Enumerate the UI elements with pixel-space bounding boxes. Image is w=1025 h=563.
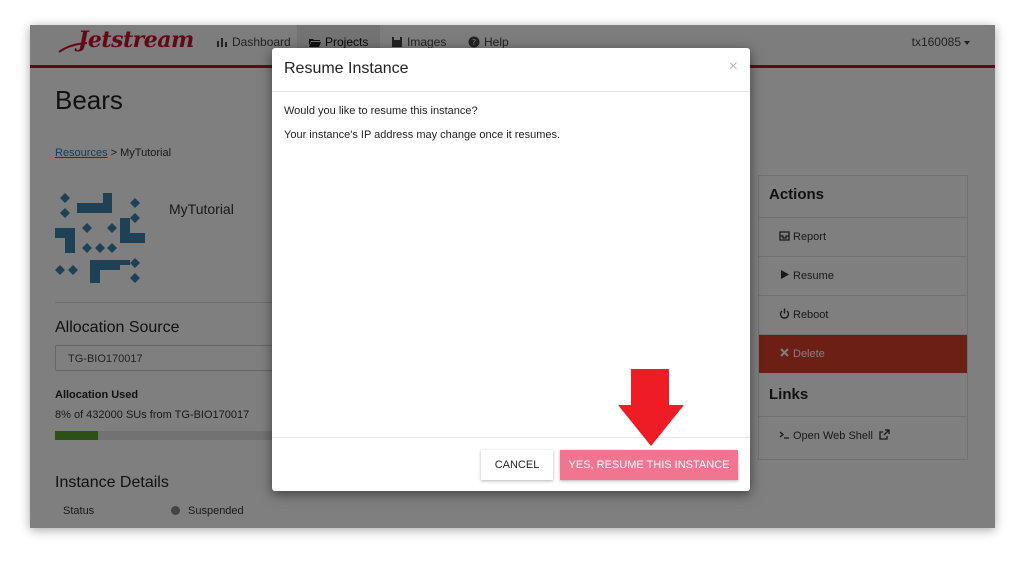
close-icon[interactable]: × [729, 58, 738, 76]
annotation-down-arrow-icon [618, 369, 684, 446]
modal-title: Resume Instance [284, 60, 409, 77]
app-window: Jetstream Dashboard Projects Images ?Hel… [30, 25, 995, 528]
modal-header: Resume Instance × [272, 48, 750, 92]
modal-warning-text: Your instance's IP address may change on… [284, 129, 561, 141]
modal-question-text: Would you like to resume this instance? [284, 105, 478, 117]
cancel-button[interactable]: CANCEL [481, 450, 553, 480]
confirm-resume-button[interactable]: YES, RESUME THIS INSTANCE [560, 450, 738, 480]
